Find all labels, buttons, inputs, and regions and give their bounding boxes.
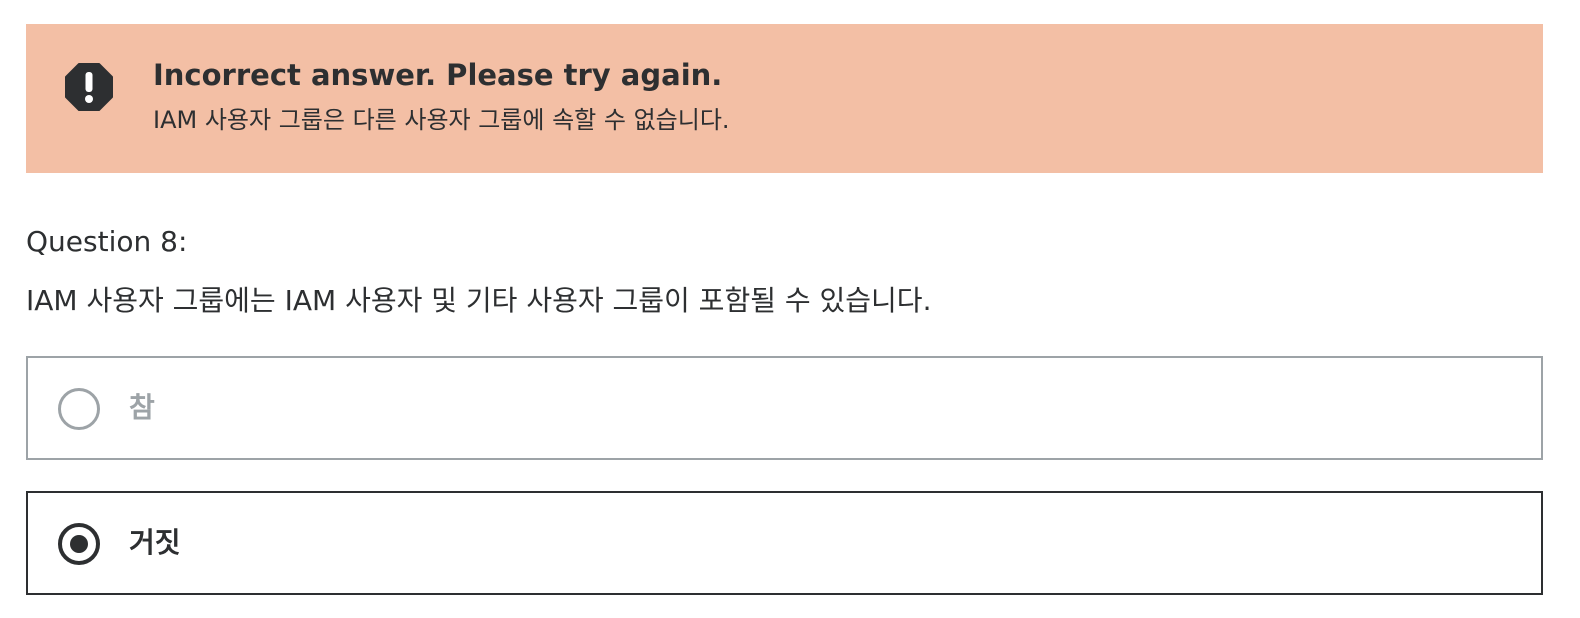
- radio-selected-icon[interactable]: [58, 523, 100, 565]
- radio-unselected-icon[interactable]: [58, 388, 100, 430]
- answer-option-true[interactable]: 참: [26, 356, 1543, 460]
- option-label: 거짓: [129, 526, 181, 559]
- alert-title: Incorrect answer. Please try again.: [153, 58, 723, 92]
- quiz-page: Incorrect answer. Please try again. IAM …: [0, 0, 1580, 618]
- incorrect-answer-alert: [26, 24, 1543, 173]
- question-number: Question 8:: [26, 225, 188, 258]
- answer-option-false[interactable]: 거짓: [26, 491, 1543, 595]
- radio-dot: [70, 535, 88, 553]
- alert-octagon-icon: [65, 63, 113, 111]
- question-text: IAM 사용자 그룹에는 IAM 사용자 및 기타 사용자 그룹이 포함될 수 …: [26, 284, 932, 317]
- option-label: 참: [129, 391, 155, 424]
- alert-message: IAM 사용자 그룹은 다른 사용자 그룹에 속할 수 없습니다.: [153, 106, 730, 134]
